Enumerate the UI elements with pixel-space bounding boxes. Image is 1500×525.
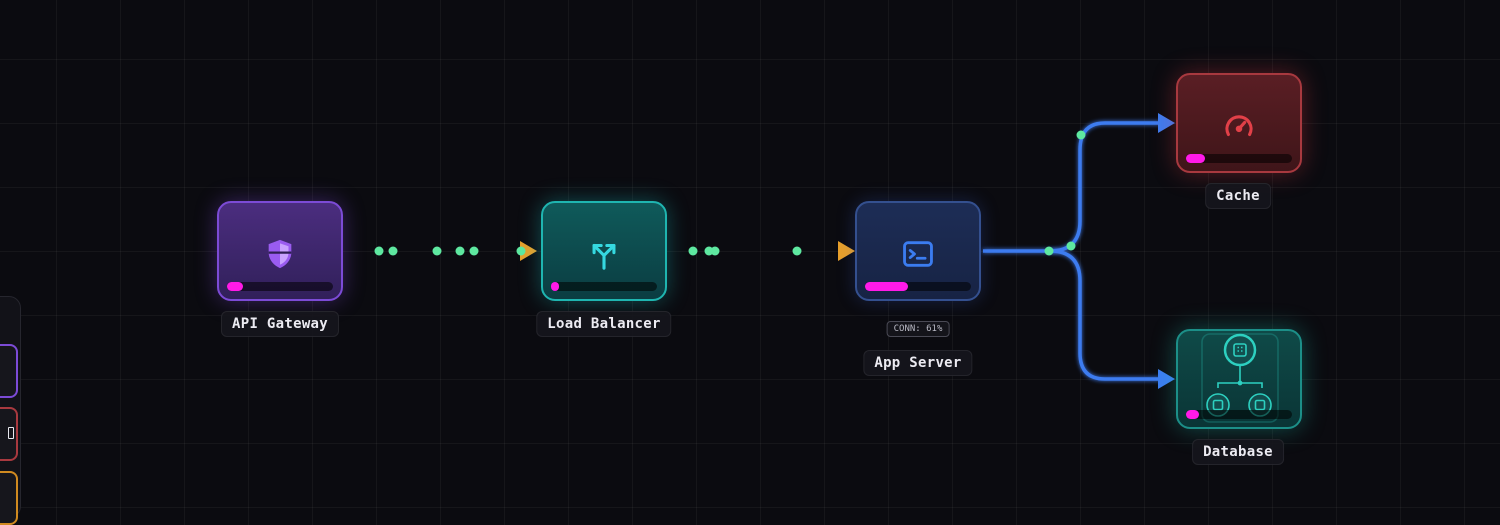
node-api-gateway[interactable] bbox=[217, 201, 343, 301]
terminal-icon bbox=[903, 241, 933, 267]
load-bar bbox=[551, 282, 657, 291]
node-label-api-gateway: API Gateway bbox=[220, 311, 340, 337]
packet-dot bbox=[516, 246, 526, 256]
sidebar-item-red[interactable] bbox=[0, 407, 18, 461]
load-bar-fill bbox=[1186, 410, 1199, 419]
speedometer-icon bbox=[1225, 115, 1253, 137]
load-bar bbox=[227, 282, 333, 291]
packet-dot bbox=[1044, 246, 1054, 256]
packet-dot bbox=[388, 246, 398, 256]
packet-dot bbox=[455, 246, 465, 256]
split-arrows-icon bbox=[592, 243, 616, 270]
node-load-balancer[interactable] bbox=[541, 201, 667, 301]
edge-appserver-to-database[interactable] bbox=[1049, 249, 1175, 389]
load-bar-fill bbox=[227, 282, 243, 291]
node-database[interactable] bbox=[1176, 329, 1302, 429]
packet-dot bbox=[688, 246, 698, 256]
packet-dot bbox=[1076, 130, 1086, 140]
shield-icon bbox=[268, 239, 292, 269]
node-cache[interactable] bbox=[1176, 73, 1302, 173]
node-label-load-balancer: Load Balancer bbox=[536, 311, 672, 337]
sidebar-item-orange[interactable] bbox=[0, 471, 18, 525]
load-bar bbox=[1186, 410, 1292, 419]
node-app-server[interactable] bbox=[855, 201, 981, 301]
load-bar-fill bbox=[865, 282, 909, 291]
node-label-cache: Cache bbox=[1205, 183, 1271, 209]
load-bar-fill bbox=[551, 282, 560, 291]
load-bar-fill bbox=[1186, 154, 1206, 163]
cache-icon bbox=[8, 427, 14, 439]
packet-dot bbox=[432, 246, 442, 256]
load-bar bbox=[1186, 154, 1292, 163]
packet-dot bbox=[469, 246, 479, 256]
packet-dot bbox=[792, 246, 802, 256]
packet-dot bbox=[710, 246, 720, 256]
node-label-app-server: App Server bbox=[863, 350, 973, 376]
load-bar bbox=[865, 282, 971, 291]
packet-dot bbox=[374, 246, 384, 256]
packet-dot bbox=[1066, 241, 1076, 251]
sidebar-item-purple[interactable] bbox=[0, 344, 18, 398]
connection-badge: CONN: 61% bbox=[886, 321, 950, 337]
node-label-database: Database bbox=[1192, 439, 1284, 465]
